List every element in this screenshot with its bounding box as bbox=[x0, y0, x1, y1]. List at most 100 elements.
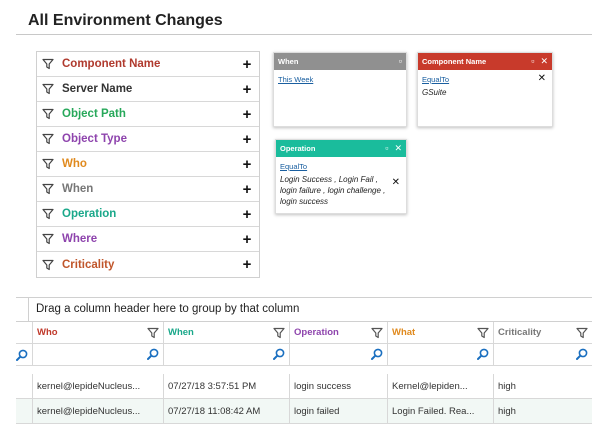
filter-field-label: Object Path bbox=[62, 108, 126, 120]
search-icon[interactable] bbox=[371, 348, 383, 360]
filter-field-item[interactable]: Criticality + bbox=[37, 252, 259, 277]
funnel-icon bbox=[42, 183, 54, 195]
table-cell: Kernel@lepiden... bbox=[387, 374, 493, 398]
column-header-operation[interactable]: Operation bbox=[289, 322, 387, 343]
table-row[interactable]: kernel@lepideNucleus... 07/27/18 11:08:42… bbox=[16, 399, 592, 424]
filter-field-label: Object Type bbox=[62, 133, 127, 145]
table-cell: Login Failed. Rea... bbox=[387, 399, 493, 423]
column-header-label: When bbox=[168, 327, 194, 338]
table-cell: high bbox=[493, 374, 592, 398]
operation-card-title: Operation bbox=[280, 144, 316, 153]
search-icon[interactable] bbox=[147, 348, 159, 360]
filter-field-item[interactable]: When + bbox=[37, 177, 259, 202]
grid-header-row: Who When Operation What Criticality bbox=[16, 322, 592, 344]
component-card-title: Component Name bbox=[422, 57, 487, 66]
column-header-when[interactable]: When bbox=[163, 322, 289, 343]
plus-icon[interactable]: + bbox=[241, 106, 253, 123]
when-operator-link[interactable]: This Week bbox=[278, 75, 402, 84]
column-header-label: Operation bbox=[294, 327, 339, 338]
column-filter-icon[interactable] bbox=[147, 327, 159, 339]
filter-field-list: Component Name + Server Name + Object Path + O… bbox=[36, 51, 260, 278]
filter-field-label: When bbox=[62, 183, 94, 195]
plus-icon[interactable]: + bbox=[241, 231, 253, 248]
filter-field-label: Server Name bbox=[62, 83, 133, 95]
filter-field-label: Who bbox=[62, 158, 87, 170]
filter-field-label: Where bbox=[62, 233, 98, 245]
group-by-drop-zone[interactable]: Drag a column header here to group by th… bbox=[16, 297, 592, 322]
plus-icon[interactable]: + bbox=[241, 181, 253, 198]
column-header-who[interactable]: Who bbox=[32, 322, 163, 343]
plus-icon[interactable]: + bbox=[241, 131, 253, 148]
column-filter-icon[interactable] bbox=[477, 327, 489, 339]
filter-field-item[interactable]: Object Type + bbox=[37, 127, 259, 152]
column-filter-icon[interactable] bbox=[576, 327, 588, 339]
table-cell: 07/27/18 11:08:42 AM bbox=[163, 399, 289, 423]
column-search-field[interactable] bbox=[163, 344, 289, 365]
remove-value-icon[interactable]: ✕ bbox=[392, 177, 400, 188]
funnel-icon bbox=[42, 133, 54, 145]
operation-filter-card: Operation ▫ ✕ EqualTo Login Success , Lo… bbox=[275, 139, 407, 214]
component-card-body: EqualTo GSuite ✕ bbox=[418, 70, 552, 103]
table-cell: kernel@lepideNucleus... bbox=[32, 374, 163, 398]
column-header-label: Who bbox=[37, 327, 58, 338]
table-cell: login success bbox=[289, 374, 387, 398]
when-card-header: When ▫ bbox=[274, 53, 406, 70]
plus-icon[interactable]: + bbox=[241, 256, 253, 273]
table-cell: kernel@lepideNucleus... bbox=[32, 399, 163, 423]
plus-icon[interactable]: + bbox=[241, 156, 253, 173]
component-name-filter-card: Component Name ▫ ✕ EqualTo GSuite ✕ bbox=[417, 52, 553, 127]
when-filter-card: When ▫ This Week bbox=[273, 52, 407, 127]
column-header-criticality[interactable]: Criticality bbox=[493, 322, 592, 343]
group-by-hint: Drag a column header here to group by th… bbox=[36, 303, 300, 315]
filter-field-label: Criticality bbox=[62, 258, 115, 271]
grid-filter-row bbox=[16, 344, 592, 366]
column-header-label: What bbox=[392, 327, 416, 338]
funnel-icon bbox=[42, 83, 54, 95]
column-search-field[interactable] bbox=[493, 344, 592, 365]
filter-field-label: Operation bbox=[62, 208, 117, 220]
component-operator-link[interactable]: EqualTo bbox=[422, 75, 548, 84]
plus-icon[interactable]: + bbox=[241, 56, 253, 73]
column-search-field[interactable] bbox=[32, 344, 163, 365]
when-card-body: This Week bbox=[274, 70, 406, 92]
filter-field-label: Component Name bbox=[62, 58, 161, 70]
filter-field-item[interactable]: Who + bbox=[37, 152, 259, 177]
operation-card-header: Operation ▫ ✕ bbox=[276, 140, 406, 157]
funnel-icon bbox=[42, 158, 54, 170]
column-search-field[interactable] bbox=[387, 344, 493, 365]
search-icon[interactable] bbox=[273, 348, 285, 360]
plus-icon[interactable]: + bbox=[241, 81, 253, 98]
table-cell: 07/27/18 3:57:51 PM bbox=[163, 374, 289, 398]
component-card-header: Component Name ▫ ✕ bbox=[418, 53, 552, 70]
minimize-icon[interactable]: ▫ bbox=[399, 57, 402, 66]
close-icon[interactable]: ✕ bbox=[540, 57, 548, 66]
minimize-icon[interactable]: ▫ bbox=[531, 57, 534, 66]
search-icon[interactable] bbox=[16, 348, 28, 361]
component-filter-value: GSuite bbox=[422, 88, 447, 97]
column-header-label: Criticality bbox=[498, 327, 542, 338]
funnel-icon bbox=[42, 259, 54, 271]
table-row[interactable]: kernel@lepideNucleus... 07/27/18 3:57:51 … bbox=[16, 374, 592, 399]
filter-field-item[interactable]: Component Name + bbox=[37, 52, 259, 77]
close-icon[interactable]: ✕ bbox=[394, 144, 402, 153]
column-filter-icon[interactable] bbox=[371, 327, 383, 339]
plus-icon[interactable]: + bbox=[241, 206, 253, 223]
column-header-what[interactable]: What bbox=[387, 322, 493, 343]
filter-field-item[interactable]: Operation + bbox=[37, 202, 259, 227]
operation-operator-link[interactable]: EqualTo bbox=[280, 162, 402, 171]
search-icon[interactable] bbox=[576, 348, 588, 360]
when-card-title: When bbox=[278, 57, 299, 66]
minimize-icon[interactable]: ▫ bbox=[385, 144, 388, 153]
remove-value-icon[interactable]: ✕ bbox=[538, 73, 546, 84]
filter-field-item[interactable]: Where + bbox=[37, 227, 259, 252]
page-title: All Environment Changes bbox=[28, 12, 223, 29]
filter-field-item[interactable]: Server Name + bbox=[37, 77, 259, 102]
group-bar-divider bbox=[28, 298, 29, 322]
search-icon[interactable] bbox=[477, 348, 489, 360]
funnel-icon bbox=[42, 108, 54, 120]
column-filter-icon[interactable] bbox=[273, 327, 285, 339]
table-cell: high bbox=[493, 399, 592, 423]
operation-card-body: EqualTo Login Success , Login Fail , log… bbox=[276, 157, 406, 212]
column-search-field[interactable] bbox=[289, 344, 387, 365]
filter-field-item[interactable]: Object Path + bbox=[37, 102, 259, 127]
